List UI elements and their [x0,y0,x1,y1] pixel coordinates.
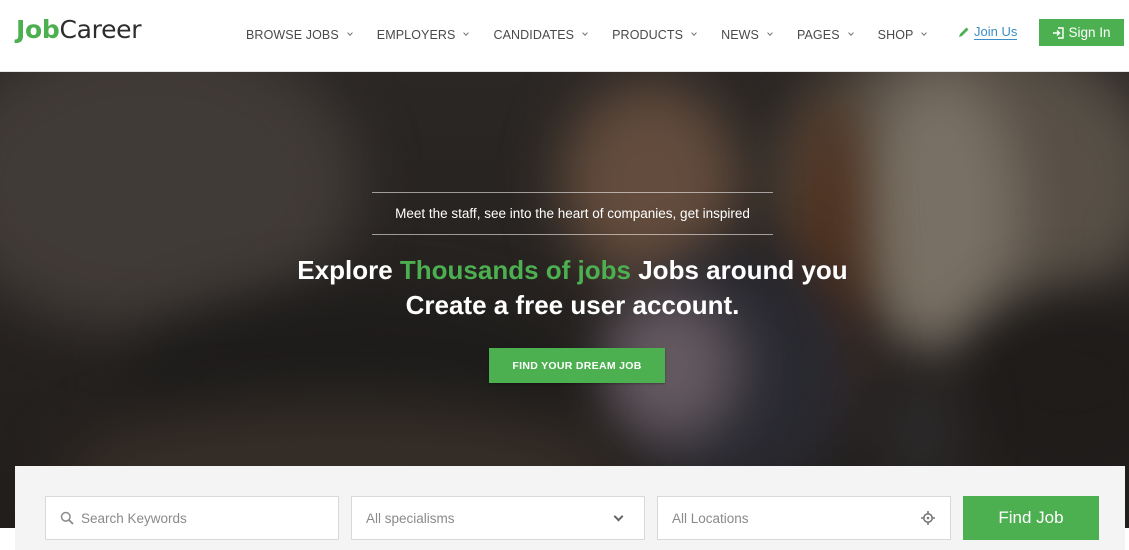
chevron-down-icon [691,30,697,36]
nav-item-label: NEWS [721,28,759,42]
nav-item-news[interactable]: NEWS [721,28,773,42]
location-input[interactable] [672,497,920,539]
sign-in-icon [1053,26,1065,39]
chevron-down-icon [463,30,470,36]
sign-in-button[interactable]: Sign In [1039,19,1124,46]
hero-content: Meet the staff, see into the heart of co… [0,72,1129,528]
keywords-field [45,496,339,540]
search-icon [60,511,74,525]
nav-item-candidates[interactable]: CANDIDATES [493,28,588,42]
headline-highlight: Thousands of jobs [399,255,631,285]
nav-item-label: SHOP [877,28,914,42]
specialism-select[interactable]: All specialisms [351,496,645,540]
nav-item-label: CANDIDATES [493,28,575,42]
nav-item-shop[interactable]: SHOP [877,28,928,42]
crosshair-icon[interactable] [920,510,936,526]
nav-item-browse-jobs[interactable]: BROWSE JOBS [246,28,353,42]
nav-item-label: BROWSE JOBS [246,28,339,42]
nav-item-label: EMPLOYERS [376,28,456,42]
site-logo[interactable]: JobCareer [16,15,142,44]
hero-banner: Meet the staff, see into the heart of co… [0,72,1129,528]
pencil-icon [959,27,969,37]
search-keywords-input[interactable] [81,497,338,539]
job-search-panel: All specialisms Find Job [15,466,1125,550]
chevron-down-icon [767,30,773,36]
specialism-value: All specialisms [366,510,455,526]
join-us-link[interactable]: Join Us [958,24,1018,40]
tagline-rule-top [372,192,773,193]
nav-item-label: PRODUCTS [612,28,684,42]
join-us-label: Join Us [974,24,1018,40]
find-job-button[interactable]: Find Job [963,496,1099,540]
nav-item-pages[interactable]: PAGES [796,28,854,42]
nav-item-products[interactable]: PRODUCTS [612,28,697,42]
chevron-down-icon [847,30,854,36]
nav-item-label: PAGES [796,28,840,42]
hero-headline: Explore Thousands of jobs Jobs around yo… [0,253,1129,323]
hero-tagline: Meet the staff, see into the heart of co… [395,206,750,221]
logo-part-career: Career [59,15,142,44]
find-dream-job-button[interactable]: FIND YOUR DREAM JOB [489,348,665,383]
sign-in-label: Sign In [1068,25,1111,40]
main-nav: BROWSE JOBS EMPLOYERS CANDIDATES PRODUCT… [246,25,951,45]
site-header: JobCareer BROWSE JOBS EMPLOYERS CANDIDAT… [0,0,1129,72]
location-field [657,496,951,540]
chevron-down-icon [613,511,624,521]
chevron-down-icon [921,30,928,36]
logo-part-job: Job [16,15,60,44]
nav-item-employers[interactable]: EMPLOYERS [376,28,470,42]
headline-prefix: Explore [297,255,400,285]
chevron-down-icon [346,30,353,36]
headline-suffix: Jobs around you [631,255,848,285]
chevron-down-icon [582,30,588,36]
headline-line2: Create a free user account. [405,290,740,320]
tagline-rule-bottom [372,234,773,235]
